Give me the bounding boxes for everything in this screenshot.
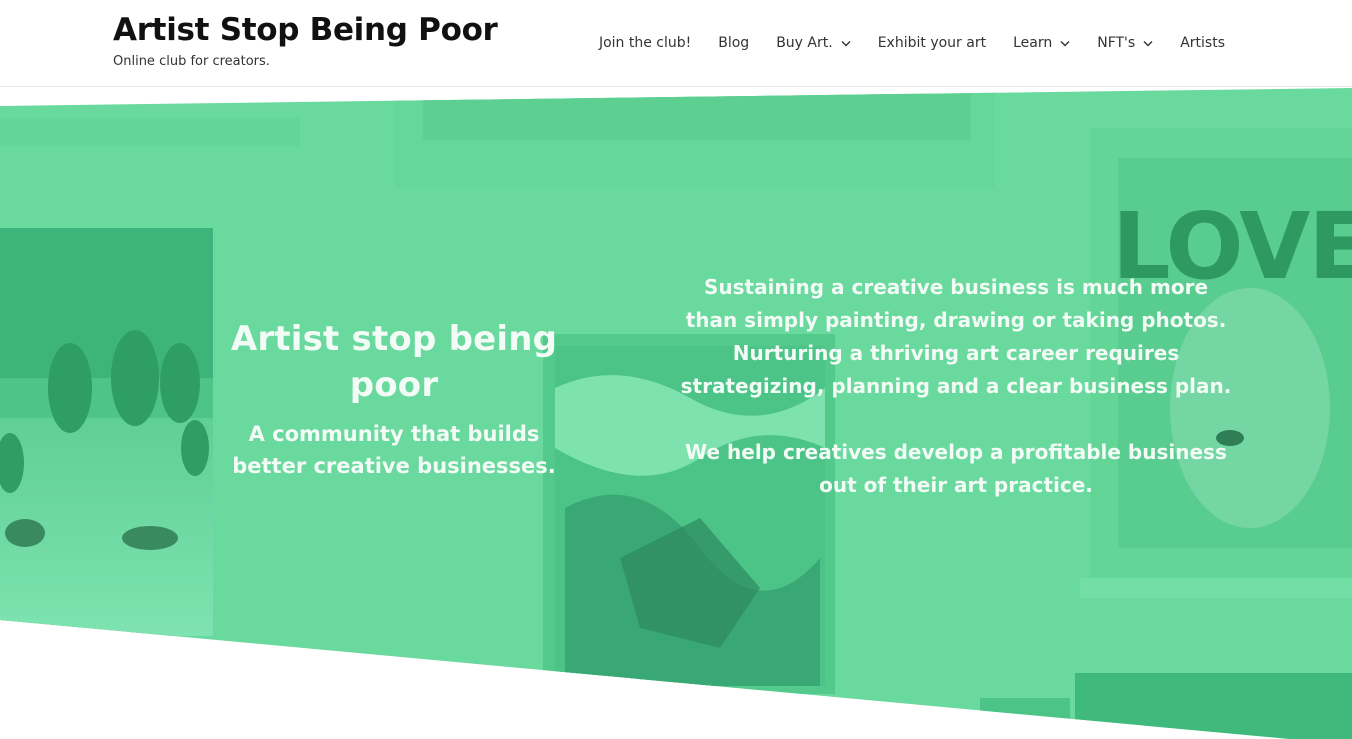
- chevron-down-icon[interactable]: [1143, 38, 1153, 48]
- nav-buy-art[interactable]: Buy Art.: [776, 35, 851, 51]
- nav-label: Exhibit your art: [877, 35, 987, 51]
- nav-label: Blog: [718, 35, 750, 51]
- chevron-down-icon[interactable]: [1060, 38, 1070, 48]
- hero-subtitle: A community that builds better creative …: [232, 422, 556, 478]
- nav-label: Buy Art.: [776, 35, 833, 51]
- nav-learn[interactable]: Learn: [1013, 35, 1070, 51]
- main-nav: Join the club! Blog Buy Art. Exhibit you…: [599, 32, 1225, 54]
- hero-title: Artist stop being poor: [230, 319, 558, 405]
- hero-section: LOVE Artist stop being poor A community …: [0, 88, 1352, 739]
- hero-paragraph: Sustaining a creative business is much m…: [680, 275, 1232, 398]
- site-tagline: Online club for creators.: [113, 54, 270, 69]
- nav-exhibit-your-art[interactable]: Exhibit your art: [878, 35, 986, 51]
- site-header: Artist Stop Being Poor Online club for c…: [0, 0, 1352, 87]
- nav-join-the-club[interactable]: Join the club!: [599, 35, 691, 51]
- nav-artists[interactable]: Artists: [1180, 35, 1225, 51]
- hero-paragraph: We help creatives develop a profitable b…: [685, 440, 1227, 497]
- hero-intro: Artist stop being poor A community that …: [214, 316, 574, 482]
- hero-description: Sustaining a creative business is much m…: [676, 271, 1236, 502]
- nav-label: NFT's: [1097, 35, 1136, 51]
- nav-nfts[interactable]: NFT's: [1097, 35, 1153, 51]
- nav-label: Join the club!: [598, 35, 692, 51]
- site-title-link[interactable]: Artist Stop Being Poor: [113, 12, 498, 48]
- nav-label: Artists: [1180, 35, 1225, 51]
- chevron-down-icon[interactable]: [841, 38, 851, 48]
- nav-blog[interactable]: Blog: [718, 35, 749, 51]
- nav-label: Learn: [1013, 35, 1053, 51]
